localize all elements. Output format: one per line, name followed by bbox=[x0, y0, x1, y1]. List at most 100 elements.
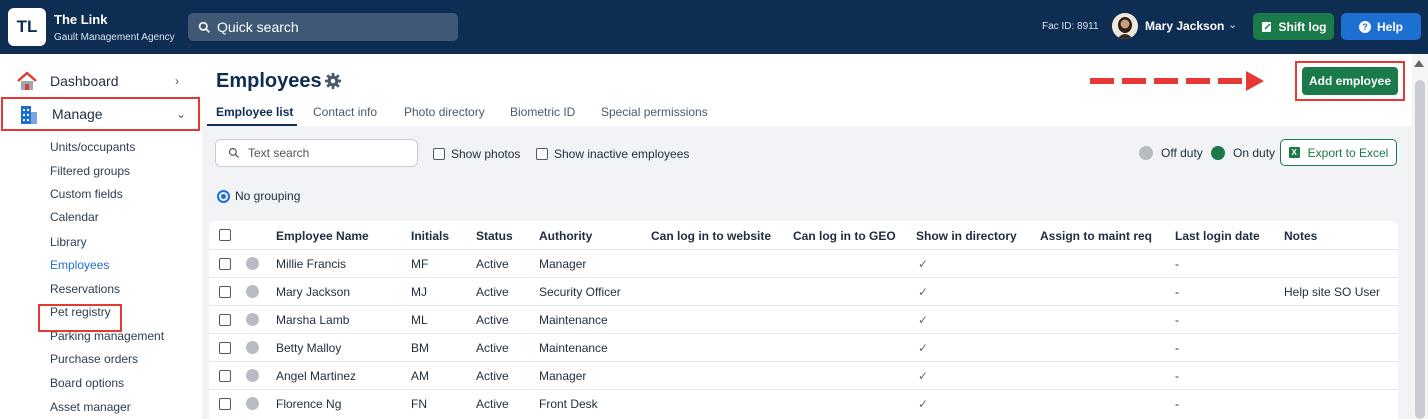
sidebar-subitem-library[interactable]: Library bbox=[50, 235, 87, 249]
help-button[interactable]: ? Help bbox=[1341, 13, 1421, 40]
sidebar-subitem-units[interactable]: Units/occupants bbox=[50, 140, 135, 154]
col-initials[interactable]: Initials bbox=[411, 229, 449, 243]
off-duty-label: Off duty bbox=[1161, 146, 1203, 160]
add-employee-button[interactable]: Add employee bbox=[1302, 67, 1398, 95]
show-inactive-checkbox[interactable]: Show inactive employees bbox=[536, 147, 689, 161]
check-icon: ✓ bbox=[918, 341, 929, 355]
sidebar-subitem-filtered-groups[interactable]: Filtered groups bbox=[50, 164, 130, 178]
tab-biometric-id[interactable]: Biometric ID bbox=[510, 105, 575, 119]
top-bar: TL The Link Gault Management Agency Quic… bbox=[0, 0, 1428, 54]
select-all-checkbox[interactable] bbox=[219, 229, 231, 241]
table-row[interactable]: Marsha Lamb ML Active Maintenance ✓ - bbox=[209, 305, 1398, 333]
col-can-log-in-website[interactable]: Can log in to website bbox=[651, 229, 771, 243]
cell-name[interactable]: Angel Martinez bbox=[276, 369, 356, 383]
cell-status: Active bbox=[476, 285, 509, 299]
building-icon bbox=[21, 106, 37, 124]
row-checkbox[interactable] bbox=[219, 258, 231, 270]
scroll-up-arrow-icon[interactable] bbox=[1414, 60, 1424, 67]
page-title: Employees bbox=[216, 70, 322, 92]
checkbox[interactable] bbox=[433, 148, 445, 160]
scrollbar-thumb[interactable] bbox=[1415, 80, 1425, 419]
sidebar-subitem-board-options[interactable]: Board options bbox=[50, 376, 124, 390]
sidebar-item-dashboard[interactable]: Dashboard › bbox=[0, 64, 200, 97]
cell-status: Active bbox=[476, 257, 509, 271]
duty-status-dot bbox=[246, 257, 259, 270]
no-grouping-radio[interactable]: No grouping bbox=[217, 189, 300, 203]
cell-name[interactable]: Marsha Lamb bbox=[276, 313, 349, 327]
row-checkbox[interactable] bbox=[219, 342, 231, 354]
col-notes[interactable]: Notes bbox=[1284, 229, 1317, 243]
app-logo[interactable]: TL bbox=[8, 8, 46, 46]
tab-employee-list[interactable]: Employee list bbox=[216, 105, 293, 119]
shift-log-button[interactable]: Shift log bbox=[1253, 13, 1334, 40]
radio-selected[interactable] bbox=[217, 189, 230, 203]
cell-authority: Manager bbox=[539, 369, 587, 383]
arrow-right-annotation bbox=[1090, 71, 1264, 91]
col-last-login-date[interactable]: Last login date bbox=[1175, 229, 1260, 243]
duty-status-dot bbox=[246, 313, 259, 326]
cell-name[interactable]: Florence Ng bbox=[276, 397, 341, 411]
search-icon bbox=[228, 147, 239, 158]
table-row[interactable]: Millie Francis MF Active Manager ✓ - bbox=[209, 249, 1398, 277]
col-status[interactable]: Status bbox=[476, 229, 513, 243]
row-checkbox[interactable] bbox=[219, 314, 231, 326]
check-icon: ✓ bbox=[918, 369, 929, 383]
cell-status: Active bbox=[476, 397, 509, 411]
sidebar-subitem-purchase-orders[interactable]: Purchase orders bbox=[50, 352, 138, 366]
excel-icon: X bbox=[1288, 147, 1300, 158]
on-duty-label: On duty bbox=[1233, 146, 1276, 160]
table-row[interactable]: Florence Ng FN Active Front Desk ✓ - bbox=[209, 389, 1398, 417]
user-name[interactable]: Mary Jackson bbox=[1145, 19, 1224, 33]
cell-status: Active bbox=[476, 313, 509, 327]
cell-name[interactable]: Millie Francis bbox=[276, 257, 346, 271]
col-show-in-directory[interactable]: Show in directory bbox=[916, 229, 1017, 243]
row-checkbox[interactable] bbox=[219, 286, 231, 298]
cell-last-login: - bbox=[1175, 369, 1179, 383]
col-assign-maint-req[interactable]: Assign to maint req bbox=[1040, 229, 1152, 243]
shift-log-label: Shift log bbox=[1278, 19, 1327, 34]
row-checkbox[interactable] bbox=[219, 398, 231, 410]
tab-photo-directory[interactable]: Photo directory bbox=[404, 105, 485, 119]
table-row[interactable]: Mary Jackson MJ Active Security Officer … bbox=[209, 277, 1398, 305]
duty-status-dot bbox=[246, 341, 259, 354]
check-icon: ✓ bbox=[918, 257, 929, 271]
employee-table: Employee Name Initials Status Authority … bbox=[209, 221, 1398, 419]
sidebar-item-label: Dashboard bbox=[50, 72, 119, 89]
col-can-log-in-geo[interactable]: Can log in to GEO bbox=[793, 229, 896, 243]
sidebar-item-label: Manage bbox=[52, 106, 103, 122]
table-row[interactable]: Betty Malloy BM Active Maintenance ✓ - bbox=[209, 333, 1398, 361]
sidebar-subitem-asset-manager[interactable]: Asset manager bbox=[50, 400, 131, 414]
show-photos-checkbox[interactable]: Show photos bbox=[433, 147, 520, 161]
show-photos-label: Show photos bbox=[451, 147, 521, 161]
home-icon bbox=[17, 71, 37, 90]
checkbox[interactable] bbox=[536, 148, 548, 160]
sidebar: Dashboard › Manage ⌄ Units/occupants Fil… bbox=[0, 54, 202, 419]
gear-icon[interactable] bbox=[324, 72, 342, 90]
cell-initials: BM bbox=[411, 341, 429, 355]
avatar[interactable] bbox=[1112, 13, 1138, 39]
text-search-placeholder: Text search bbox=[248, 146, 310, 160]
on-duty-dot bbox=[1211, 146, 1225, 160]
sidebar-item-manage[interactable]: Manage ⌄ bbox=[1, 97, 200, 131]
sidebar-subitem-employees[interactable]: Employees bbox=[50, 258, 109, 272]
employees-highlight-box bbox=[38, 304, 122, 332]
quick-search-input[interactable]: Quick search bbox=[188, 13, 458, 41]
cell-notes: Help site SO User bbox=[1284, 285, 1381, 299]
col-employee-name[interactable]: Employee Name bbox=[276, 229, 369, 243]
row-checkbox[interactable] bbox=[219, 370, 231, 382]
text-search-input[interactable]: Text search bbox=[215, 139, 418, 167]
no-grouping-label: No grouping bbox=[235, 189, 301, 203]
cell-name[interactable]: Betty Malloy bbox=[276, 341, 341, 355]
sidebar-subitem-custom-fields[interactable]: Custom fields bbox=[50, 187, 123, 201]
cell-last-login: - bbox=[1175, 257, 1179, 271]
table-row[interactable]: Angel Martinez AM Active Manager ✓ - bbox=[209, 361, 1398, 389]
col-authority[interactable]: Authority bbox=[539, 229, 592, 243]
cell-name[interactable]: Mary Jackson bbox=[276, 285, 350, 299]
tab-contact-info[interactable]: Contact info bbox=[313, 105, 377, 119]
chevron-down-icon[interactable]: ⌄ bbox=[1228, 18, 1237, 31]
tab-special-permissions[interactable]: Special permissions bbox=[601, 105, 708, 119]
sidebar-subitem-calendar[interactable]: Calendar bbox=[50, 210, 99, 224]
export-to-excel-button[interactable]: X Export to Excel bbox=[1280, 139, 1397, 166]
show-inactive-label: Show inactive employees bbox=[554, 147, 690, 161]
sidebar-subitem-reservations[interactable]: Reservations bbox=[50, 282, 120, 296]
